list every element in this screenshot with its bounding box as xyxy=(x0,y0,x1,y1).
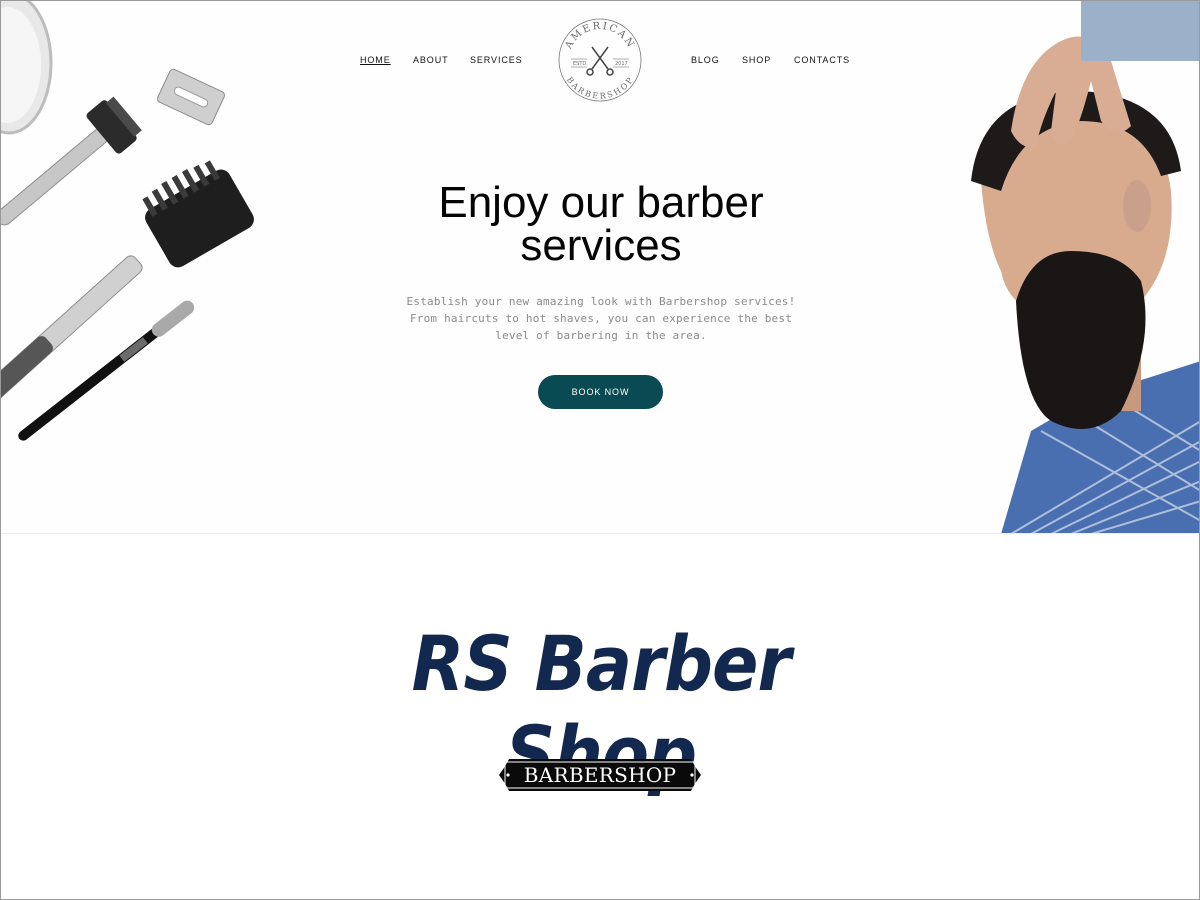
american-barbershop-logo[interactable]: AMERICAN BARBERSHOP ESTD. 2017 xyxy=(557,17,643,103)
logo-estd: ESTD. xyxy=(573,61,588,67)
nav-shop[interactable]: SHOP xyxy=(742,55,771,65)
logo-year: 2017 xyxy=(615,61,628,67)
hero-subtitle: Establish your new amazing look with Bar… xyxy=(406,295,796,342)
book-now-button[interactable]: BOOK NOW xyxy=(538,375,663,409)
scissors-icon xyxy=(586,46,614,76)
hero-section: HOME ABOUT SERVICES AMERICAN BARBERSHOP … xyxy=(1,1,1199,534)
svg-text:BARBERSHOP: BARBERSHOP xyxy=(565,75,635,100)
hero-title: Enjoy our barber services xyxy=(381,178,821,270)
hero-title-line1: Enjoy our barber xyxy=(438,178,764,227)
logo-bottom-text: BARBERSHOP xyxy=(565,75,634,100)
barber-tools-image xyxy=(1,1,254,441)
nav-contacts[interactable]: CONTACTS xyxy=(794,55,850,65)
badge-label: BARBERSHOP xyxy=(523,763,677,787)
hero-title-line2: services xyxy=(520,221,682,270)
nav-blog[interactable]: BLOG xyxy=(691,55,720,65)
nav-services[interactable]: SERVICES xyxy=(470,55,523,65)
page-frame: HOME ABOUT SERVICES AMERICAN BARBERSHOP … xyxy=(0,0,1200,900)
nav-home[interactable]: HOME xyxy=(360,55,391,65)
bearded-man-portrait xyxy=(971,1,1199,533)
logo-top-text: AMERICAN xyxy=(563,21,635,52)
svg-text:AMERICAN: AMERICAN xyxy=(563,21,637,52)
nav-about[interactable]: ABOUT xyxy=(413,55,449,65)
